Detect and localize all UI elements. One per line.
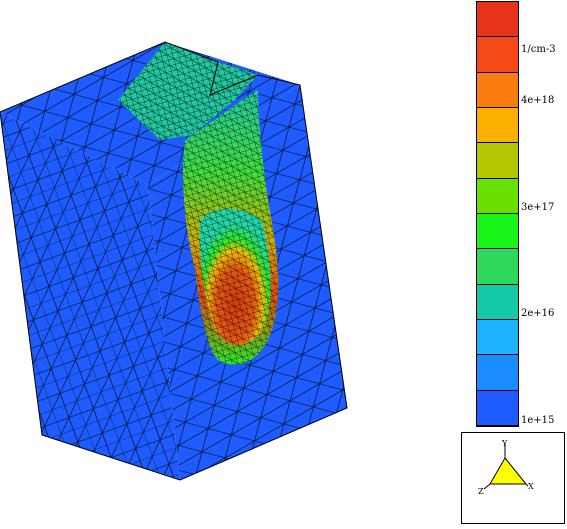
colorbar-band: [477, 355, 518, 391]
color-legend-bar: [476, 1, 519, 427]
axis-label-z: Z: [478, 487, 484, 496]
colorbar-band: [477, 108, 518, 144]
mesh-render: [0, 41, 348, 481]
colorbar-band: [477, 390, 518, 426]
colorbar-tick-label: 2e+16: [521, 308, 555, 319]
colorbar-tick-label: 1e+15: [521, 415, 555, 426]
colorbar-band: [477, 320, 518, 356]
colorbar-band: [477, 178, 518, 214]
mesh-viewport[interactable]: [0, 0, 460, 525]
orientation-triad: Y X Z: [461, 432, 565, 524]
colorbar-band: [477, 214, 518, 250]
colorbar-unit-label: 1/cm-3: [521, 44, 556, 55]
colorbar-tick-label: 4e+18: [521, 95, 555, 106]
colorbar-band: [477, 249, 518, 285]
colorbar-band: [477, 37, 518, 73]
colorbar-tick-label: 3e+17: [521, 202, 555, 213]
colorbar-band: [477, 284, 518, 320]
colorbar-band: [477, 72, 518, 108]
colorbar-band: [477, 2, 518, 38]
colorbar-band: [477, 143, 518, 179]
axis-label-x: X: [528, 482, 534, 491]
axis-triad-icon: Y X Z: [478, 439, 534, 496]
axis-label-y: Y: [501, 439, 508, 448]
